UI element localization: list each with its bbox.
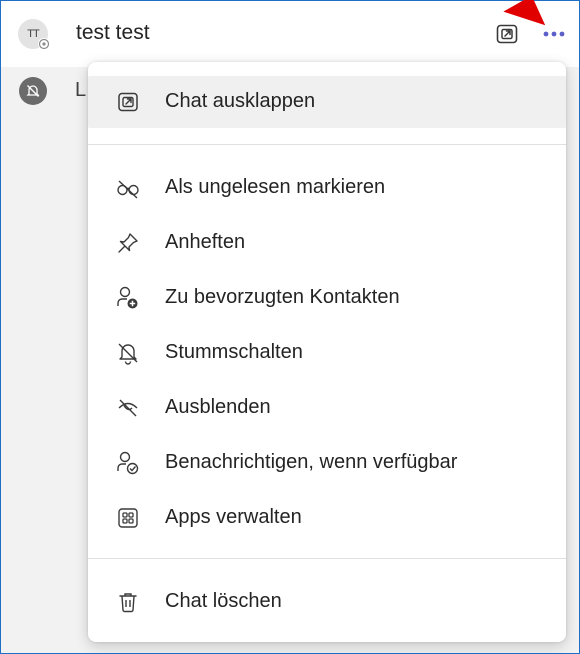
notify-available-icon <box>115 450 141 476</box>
menu-item-mute[interactable]: Stummschalten <box>88 327 566 379</box>
hide-eye-icon <box>115 395 141 421</box>
menu-divider <box>88 144 566 145</box>
menu-item-add-favorite-contact[interactable]: Zu bevorzugten Kontakten <box>88 272 566 324</box>
menu-item-delete-chat[interactable]: Chat löschen <box>88 576 566 628</box>
menu-item-label: Stummschalten <box>165 341 303 363</box>
menu-divider <box>88 558 566 559</box>
chat-context-menu: Chat ausklappen Als ungelesen markieren … <box>88 62 566 642</box>
menu-item-label: Als ungelesen markieren <box>165 176 386 198</box>
menu-item-manage-apps[interactable]: Apps verwalten <box>88 492 566 544</box>
menu-item-label: Ausblenden <box>165 396 271 418</box>
menu-item-label: Chat löschen <box>165 590 282 612</box>
menu-item-mark-unread[interactable]: Als ungelesen markieren <box>88 162 566 214</box>
menu-item-label: Apps verwalten <box>165 506 302 528</box>
popout-chat-button[interactable] <box>491 18 523 50</box>
menu-item-label: Anheften <box>165 231 246 253</box>
menu-item-notify-when-available[interactable]: Benachrichtigen, wenn verfügbar <box>88 437 566 489</box>
menu-item-hide[interactable]: Ausblenden <box>88 382 566 434</box>
apps-icon <box>115 505 141 531</box>
menu-item-pin[interactable]: Anheften <box>88 217 566 269</box>
unread-icon <box>115 175 141 201</box>
presence-status-icon <box>38 38 50 50</box>
trash-icon <box>115 589 141 615</box>
mute-bell-icon <box>26 85 40 97</box>
chat-list-item[interactable]: TT test test <box>1 1 579 67</box>
menu-item-label: Chat ausklappen <box>165 90 316 112</box>
muted-chat-avatar <box>19 77 47 105</box>
menu-item-popout-chat[interactable]: Chat ausklappen <box>88 76 566 128</box>
mute-bell-icon <box>115 340 141 366</box>
pin-icon <box>115 230 141 256</box>
menu-item-label: Zu bevorzugten Kontakten <box>165 286 400 308</box>
popout-icon <box>115 89 141 115</box>
menu-item-label: Benachrichtigen, wenn verfügbar <box>165 451 458 473</box>
add-contact-icon <box>115 285 141 311</box>
chat-name: test test <box>76 21 150 44</box>
chat-preview-text: L <box>75 79 87 101</box>
popout-icon <box>496 24 518 44</box>
more-options-icon <box>543 31 565 37</box>
